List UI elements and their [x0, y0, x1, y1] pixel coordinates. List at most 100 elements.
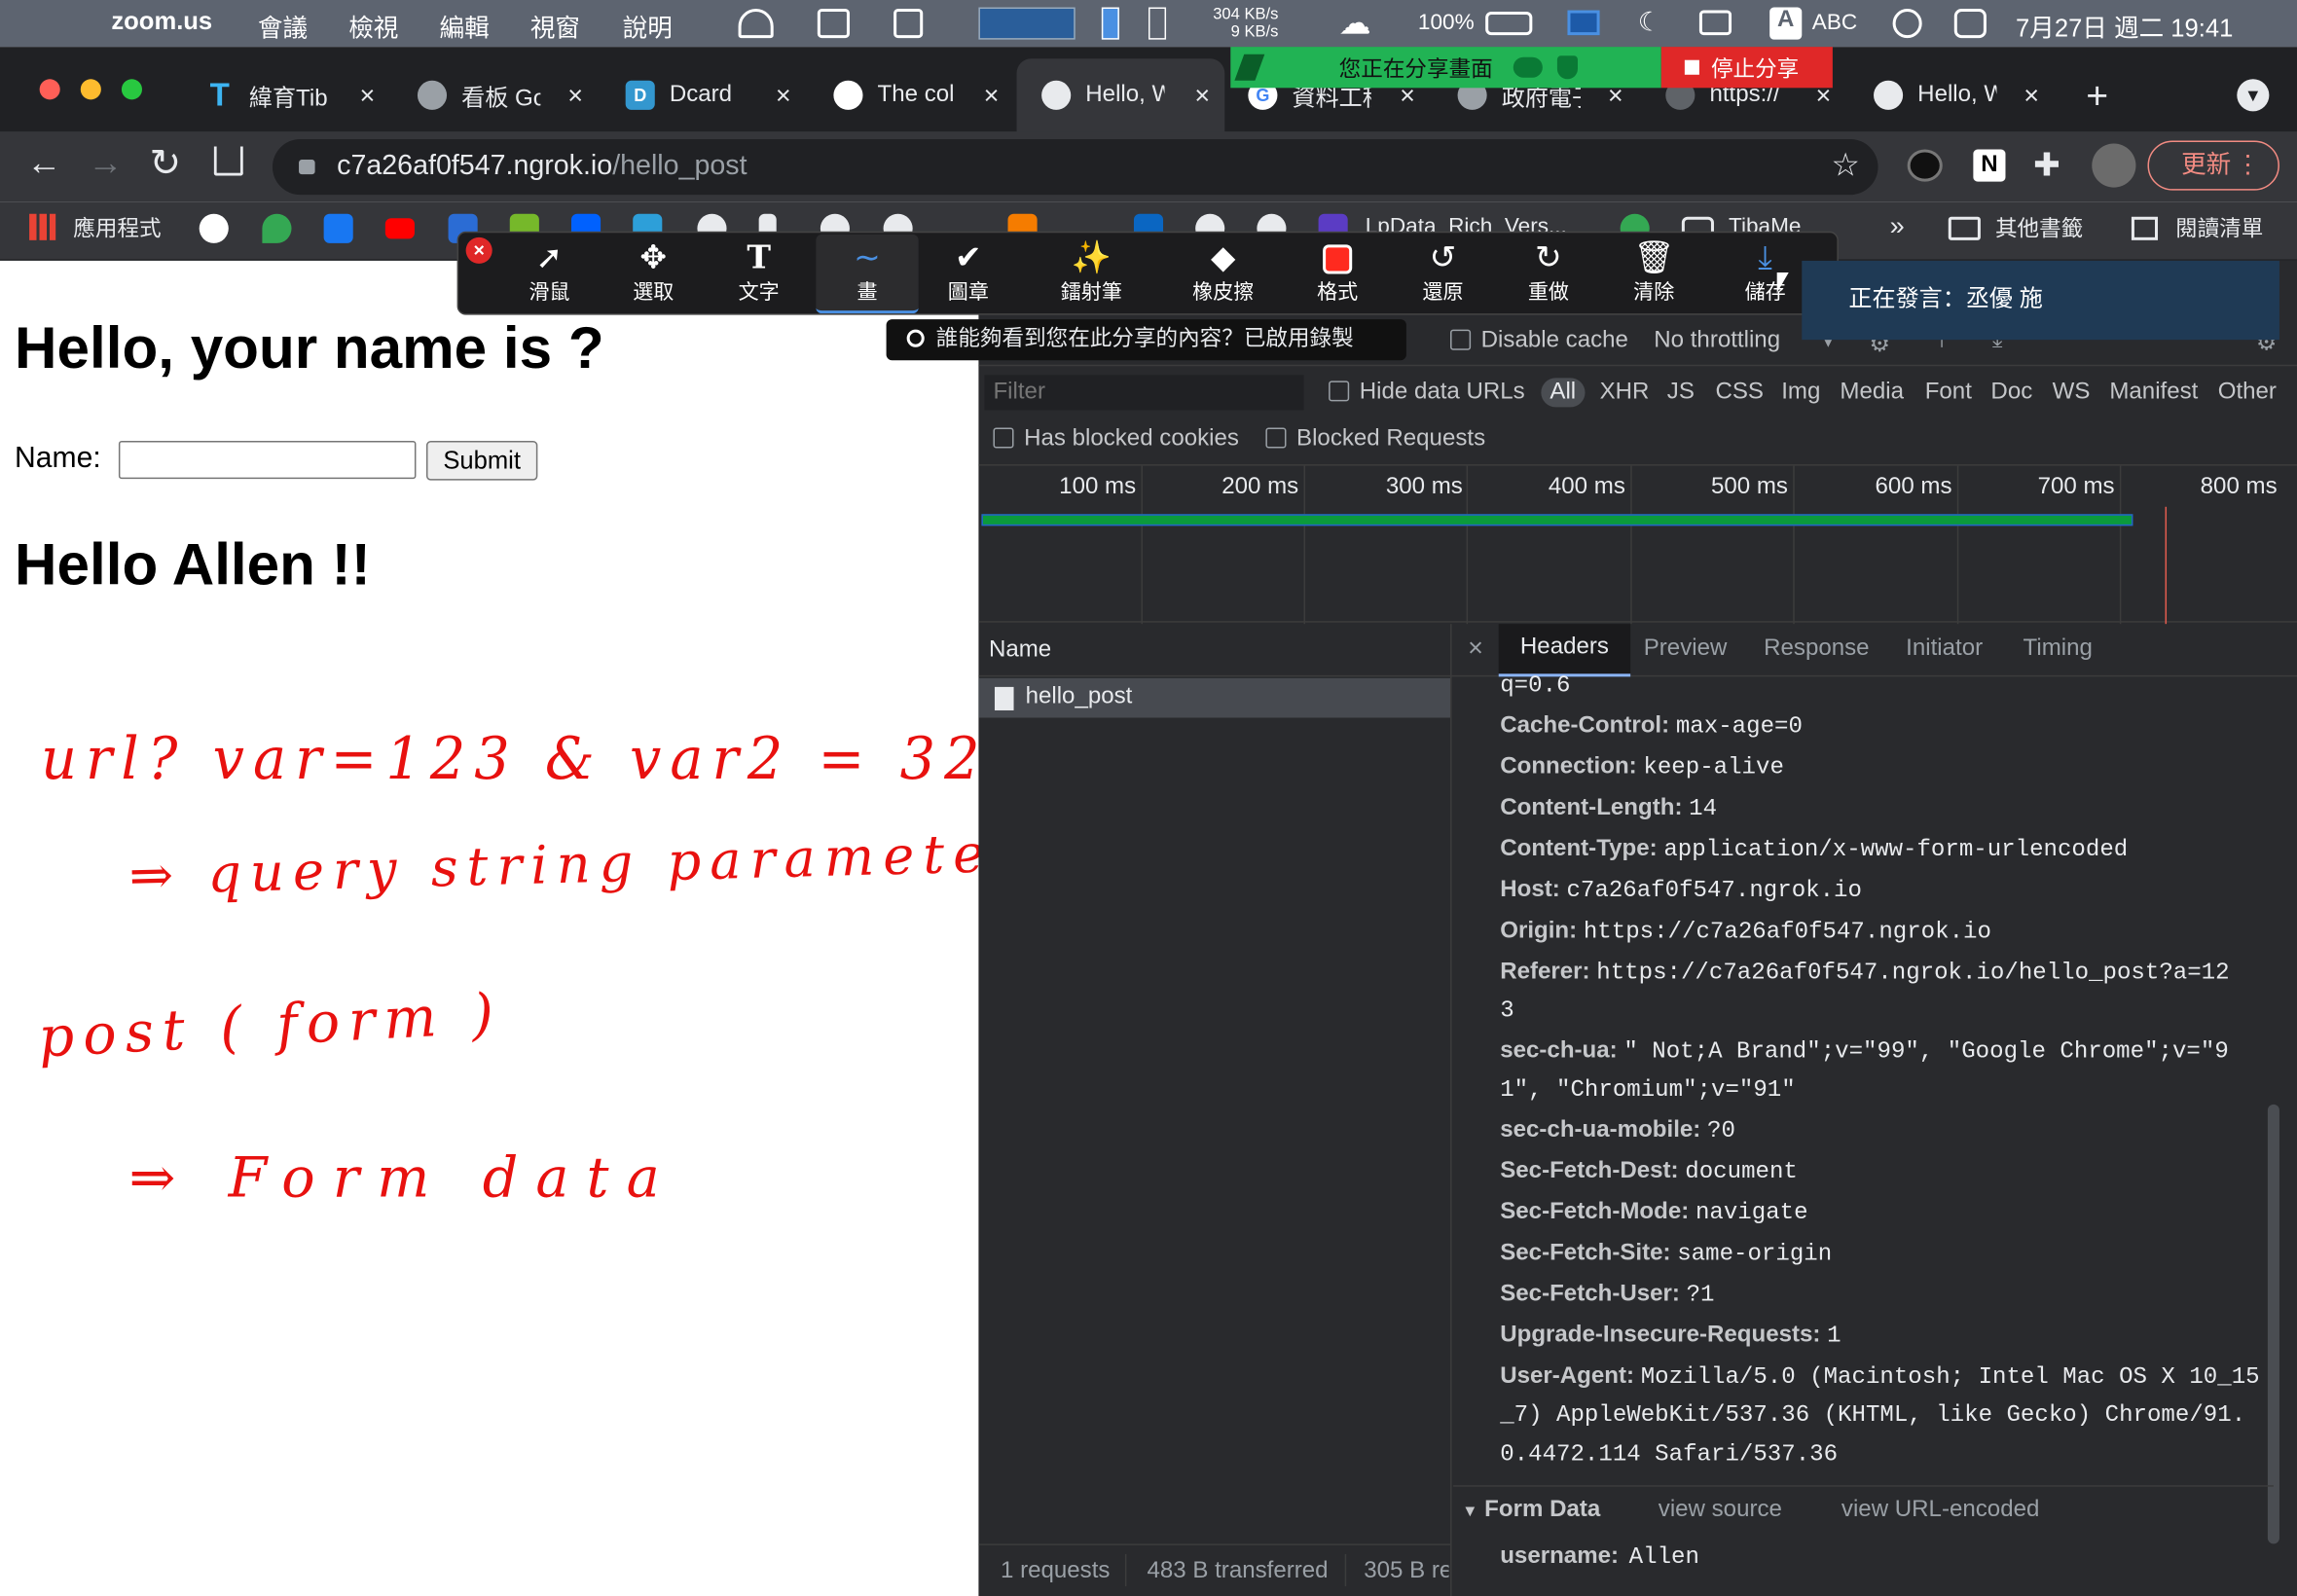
- tool-mouse[interactable]: ➚ 滑鼠: [498, 235, 601, 313]
- bookmarks-overflow-icon[interactable]: »: [1890, 211, 1905, 242]
- control-center-icon[interactable]: [1953, 9, 1987, 39]
- menu-help[interactable]: 說明: [623, 8, 673, 45]
- type-filter-all[interactable]: All: [1541, 378, 1586, 408]
- tab-hello-active[interactable]: Hello, W ×: [1016, 58, 1225, 132]
- tab-timing[interactable]: Timing: [2024, 635, 2093, 662]
- close-icon[interactable]: ×: [359, 81, 375, 112]
- bookmark-apps[interactable]: 應用程式: [73, 212, 161, 243]
- type-filter-media[interactable]: Media: [1840, 380, 1904, 406]
- type-filter-css[interactable]: CSS: [1715, 380, 1764, 406]
- view-source-link[interactable]: view source: [1659, 1497, 1782, 1523]
- tab-hello-2[interactable]: Hello, W ×: [1854, 58, 2054, 131]
- hide-data-urls-checkbox[interactable]: Hide data URLs: [1329, 380, 1525, 406]
- address-bar[interactable]: c7a26af0f547.ngrok.io/hello_post ☆: [272, 138, 1878, 196]
- tool-spotlight[interactable]: ✨ 鐳射筆: [1040, 235, 1143, 313]
- extensions-puzzle-icon[interactable]: ✚: [2033, 147, 2060, 185]
- reading-list-icon[interactable]: [2131, 216, 2159, 240]
- tab-ptt[interactable]: 看板 Go ×: [398, 58, 598, 131]
- type-filter-js[interactable]: JS: [1667, 380, 1695, 406]
- dark-mode-icon[interactable]: ☾: [1638, 8, 1661, 39]
- playback-icon[interactable]: [1892, 9, 1922, 39]
- home-icon[interactable]: [213, 146, 243, 176]
- type-filter-font[interactable]: Font: [1925, 380, 1972, 406]
- filter-input[interactable]: [984, 375, 1304, 411]
- type-filter-manifest[interactable]: Manifest: [2109, 380, 2198, 406]
- tab-search-icon[interactable]: ▼: [2237, 79, 2270, 112]
- tab-preview[interactable]: Preview: [1644, 635, 1728, 662]
- menubar-clock[interactable]: 7月27日 週二 19:41: [2016, 8, 2233, 45]
- close-icon[interactable]: ×: [1194, 81, 1210, 112]
- menubar-app-name[interactable]: zoom.us: [111, 8, 212, 37]
- bookmark-star-icon[interactable]: ☆: [1831, 147, 1860, 185]
- url-text[interactable]: c7a26af0f547.ngrok.io/hello_post: [337, 151, 747, 183]
- bookmark-reading-list[interactable]: 閱讀清單: [2175, 212, 2263, 243]
- folder-icon[interactable]: [1948, 216, 1981, 240]
- forward-icon[interactable]: →: [88, 143, 123, 184]
- tab-response[interactable]: Response: [1764, 635, 1869, 662]
- disable-cache-checkbox[interactable]: Disable cache: [1450, 328, 1628, 354]
- extension-ninja-icon[interactable]: [1907, 149, 1943, 182]
- tool-redo[interactable]: ↻ 重做: [1497, 235, 1599, 313]
- share-visibility-notice[interactable]: 誰能夠看到您在此分享的內容？已啟用錄製: [886, 319, 1406, 361]
- blocked-requests-checkbox[interactable]: Blocked Requests: [1265, 426, 1485, 453]
- tool-eraser[interactable]: ◆ 橡皮擦: [1172, 235, 1274, 313]
- window-minimize-button[interactable]: [80, 79, 101, 100]
- new-tab-icon[interactable]: +: [2086, 73, 2108, 117]
- type-filter-xhr[interactable]: XHR: [1600, 380, 1650, 406]
- stop-share-button[interactable]: 停止分享: [1660, 47, 1833, 89]
- reload-icon[interactable]: ↻: [150, 140, 182, 186]
- cloud-upload-icon[interactable]: ☁: [1339, 5, 1371, 43]
- avatar[interactable]: [2092, 143, 2136, 188]
- type-filter-other[interactable]: Other: [2218, 380, 2277, 406]
- tab-the-col[interactable]: The col ×: [815, 58, 1014, 131]
- screen-icon[interactable]: [817, 9, 850, 39]
- menu-view[interactable]: 檢視: [348, 8, 398, 45]
- facebook-icon[interactable]: [323, 213, 353, 243]
- close-details-icon[interactable]: ×: [1468, 633, 1483, 664]
- tool-select[interactable]: ✥ 選取: [602, 235, 705, 313]
- google-icon[interactable]: [199, 213, 229, 243]
- timeline-overview[interactable]: 100 ms 200 ms 300 ms 400 ms 500 ms 600 m…: [978, 464, 2297, 625]
- type-filter-img[interactable]: Img: [1781, 380, 1820, 406]
- notion-icon[interactable]: N: [1973, 149, 2006, 182]
- close-icon[interactable]: ×: [2024, 81, 2039, 112]
- name-input[interactable]: [118, 441, 417, 480]
- tool-format[interactable]: 格式: [1286, 235, 1388, 313]
- pane-divider[interactable]: [1450, 624, 1452, 1596]
- details-scrollbar[interactable]: [2267, 1104, 2279, 1544]
- maps-icon[interactable]: [262, 213, 292, 243]
- apps-grid-icon[interactable]: [29, 213, 56, 240]
- bookmark-other[interactable]: 其他書籤: [1995, 212, 2083, 243]
- battery-icon[interactable]: [1485, 12, 1533, 36]
- back-icon[interactable]: ←: [26, 143, 61, 184]
- name-column-header[interactable]: Name: [989, 637, 1051, 664]
- window-close-button[interactable]: [39, 79, 60, 100]
- tab-tibame[interactable]: T 緯育Tib ×: [191, 58, 390, 131]
- menu-edit[interactable]: 編輯: [440, 8, 490, 45]
- layout-icon[interactable]: [893, 9, 924, 39]
- close-icon[interactable]: ×: [984, 81, 1000, 112]
- tab-initiator[interactable]: Initiator: [1906, 635, 1983, 662]
- type-filter-doc[interactable]: Doc: [1990, 380, 2032, 406]
- tab-headers[interactable]: Headers: [1498, 624, 1631, 677]
- mirror-icon[interactable]: [1698, 10, 1732, 36]
- window-zoom-button[interactable]: [121, 79, 142, 100]
- input-source-icon[interactable]: A: [1769, 7, 1803, 40]
- tool-draw[interactable]: ∼ 畫: [816, 234, 919, 314]
- has-blocked-cookies-checkbox[interactable]: Has blocked cookies: [993, 426, 1239, 453]
- display-icon[interactable]: [1567, 10, 1600, 36]
- form-data-section[interactable]: ▼ Form Data: [1462, 1497, 1600, 1523]
- submit-button[interactable]: Submit: [425, 441, 538, 481]
- update-button[interactable]: 更新 ⋮: [2147, 140, 2279, 191]
- close-icon[interactable]: ×: [567, 81, 583, 112]
- tool-text[interactable]: T 文字: [708, 235, 810, 313]
- close-annotation-icon[interactable]: ×: [465, 236, 492, 264]
- tool-clear[interactable]: 🗑 清除: [1603, 235, 1705, 313]
- close-icon[interactable]: ×: [776, 81, 791, 112]
- youtube-icon[interactable]: [384, 218, 415, 239]
- type-filter-ws[interactable]: WS: [2053, 380, 2091, 406]
- vpn-icon[interactable]: [738, 9, 774, 39]
- tool-undo[interactable]: ↺ 還原: [1392, 235, 1494, 313]
- lock-icon[interactable]: [299, 160, 315, 175]
- menu-meeting[interactable]: 會議: [258, 8, 308, 45]
